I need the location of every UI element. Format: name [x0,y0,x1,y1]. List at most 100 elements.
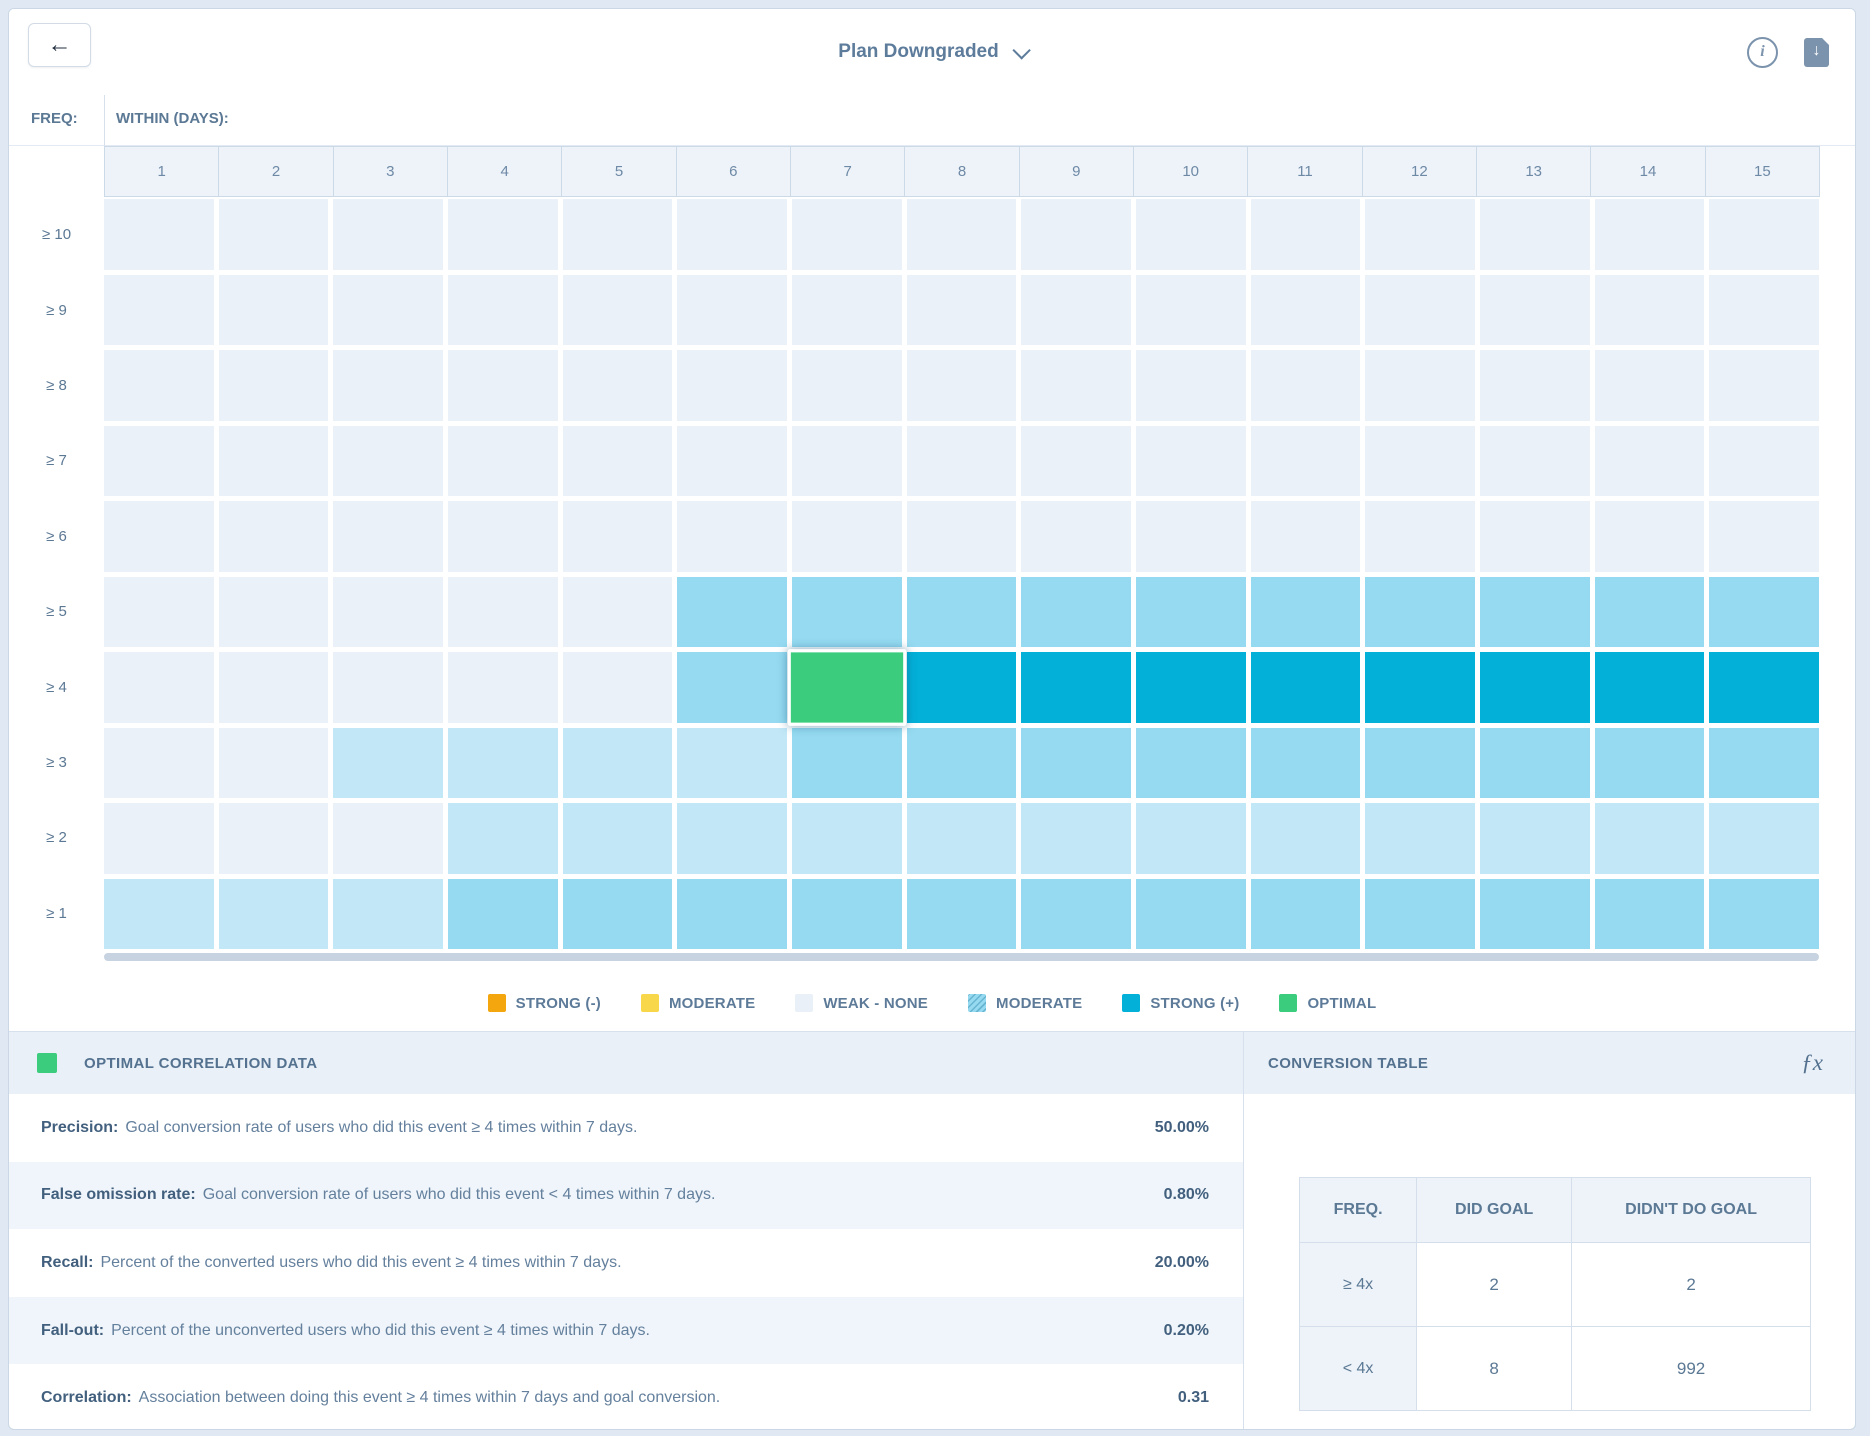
heatmap-cell[interactable] [1021,577,1131,648]
horizontal-scrollbar[interactable] [104,953,1819,961]
heatmap-cell[interactable] [219,577,329,648]
heatmap-cell[interactable] [219,879,329,950]
heatmap-cell[interactable] [1709,728,1819,799]
heatmap-cell[interactable] [563,275,673,346]
heatmap-cell[interactable] [677,199,787,270]
heatmap-cell[interactable] [104,501,214,572]
heatmap-cell[interactable] [1595,275,1705,346]
heatmap-cell[interactable] [907,879,1017,950]
heatmap-cell[interactable] [104,275,214,346]
heatmap-cell[interactable] [1365,199,1475,270]
heatmap-cell[interactable] [563,652,673,723]
heatmap-cell[interactable] [1595,879,1705,950]
heatmap-cell[interactable] [448,350,558,421]
heatmap-cell[interactable] [219,199,329,270]
heatmap-cell[interactable] [1595,501,1705,572]
heatmap-cell[interactable] [1480,728,1590,799]
heatmap-cell[interactable] [1480,879,1590,950]
heatmap-cell[interactable] [333,652,443,723]
heatmap-cell[interactable] [333,350,443,421]
heatmap-cell[interactable] [907,501,1017,572]
heatmap-cell[interactable] [677,803,787,874]
heatmap-cell[interactable] [1480,652,1590,723]
heatmap-cell[interactable] [333,879,443,950]
heatmap-cell[interactable] [1021,426,1131,497]
heatmap-cell[interactable] [907,199,1017,270]
heatmap-cell[interactable] [1251,879,1361,950]
heatmap-cell[interactable] [104,803,214,874]
heatmap-cell[interactable] [1136,879,1246,950]
heatmap-cell[interactable] [677,652,787,723]
heatmap-cell[interactable] [448,577,558,648]
heatmap-cell[interactable] [448,803,558,874]
heatmap-cell[interactable] [104,426,214,497]
heatmap-cell[interactable] [1021,199,1131,270]
heatmap-cell[interactable] [448,728,558,799]
heatmap-cell[interactable] [907,803,1017,874]
heatmap-cell[interactable] [677,728,787,799]
heatmap-cell[interactable] [104,879,214,950]
heatmap-cell[interactable] [333,728,443,799]
heatmap-cell[interactable] [1021,879,1131,950]
download-icon[interactable] [1804,38,1829,67]
heatmap-cell[interactable] [792,275,902,346]
heatmap-cell[interactable] [907,426,1017,497]
heatmap-cell[interactable] [104,577,214,648]
heatmap-cell[interactable] [333,199,443,270]
heatmap-cell[interactable] [907,350,1017,421]
heatmap-cell[interactable] [448,199,558,270]
heatmap-cell[interactable] [1251,275,1361,346]
heatmap-cell[interactable] [1365,577,1475,648]
heatmap-cell[interactable] [333,803,443,874]
heatmap-cell[interactable] [1595,728,1705,799]
heatmap-cell[interactable] [333,501,443,572]
heatmap-cell[interactable] [1709,275,1819,346]
heatmap-cell[interactable] [792,350,902,421]
heatmap-cell[interactable] [104,652,214,723]
heatmap-cell[interactable] [677,577,787,648]
heatmap-cell[interactable] [1136,803,1246,874]
heatmap-cell[interactable] [1365,652,1475,723]
heatmap-cell[interactable] [1136,728,1246,799]
heatmap-cell[interactable] [1480,501,1590,572]
heatmap-cell[interactable] [563,803,673,874]
heatmap-cell[interactable] [1480,350,1590,421]
heatmap-cell[interactable] [563,728,673,799]
heatmap-cell[interactable] [1251,652,1361,723]
heatmap-cell[interactable] [1251,728,1361,799]
heatmap-cell[interactable] [1021,275,1131,346]
heatmap-cell[interactable] [1136,652,1246,723]
heatmap-cell[interactable] [1251,577,1361,648]
heatmap-cell[interactable] [1595,199,1705,270]
heatmap-cell[interactable] [907,577,1017,648]
heatmap-cell[interactable] [1136,199,1246,270]
heatmap-cell[interactable] [1021,501,1131,572]
heatmap-cell[interactable] [219,275,329,346]
heatmap-cell[interactable] [1595,652,1705,723]
heatmap-cell[interactable] [104,728,214,799]
heatmap-cell[interactable] [1251,803,1361,874]
heatmap-cell[interactable] [1021,728,1131,799]
heatmap-cell[interactable] [1709,426,1819,497]
heatmap-cell[interactable] [1709,577,1819,648]
heatmap-cell[interactable] [792,501,902,572]
heatmap-cell[interactable] [1136,501,1246,572]
heatmap-cell[interactable] [1595,577,1705,648]
heatmap-cell[interactable] [1251,426,1361,497]
info-icon[interactable]: i [1747,37,1778,68]
heatmap-cell[interactable] [219,501,329,572]
heatmap-cell[interactable] [448,275,558,346]
heatmap-cell[interactable] [219,803,329,874]
heatmap-cell[interactable] [677,501,787,572]
heatmap-cell[interactable] [677,879,787,950]
heatmap-cell[interactable] [1365,350,1475,421]
heatmap-cell[interactable] [1480,803,1590,874]
heatmap-cell[interactable] [563,426,673,497]
heatmap-cell[interactable] [1480,426,1590,497]
heatmap-cell[interactable] [1136,350,1246,421]
heatmap-cell[interactable] [907,275,1017,346]
heatmap-cell[interactable] [677,275,787,346]
heatmap-cell[interactable] [219,728,329,799]
heatmap-cell[interactable] [104,350,214,421]
heatmap-cell[interactable] [1021,652,1131,723]
